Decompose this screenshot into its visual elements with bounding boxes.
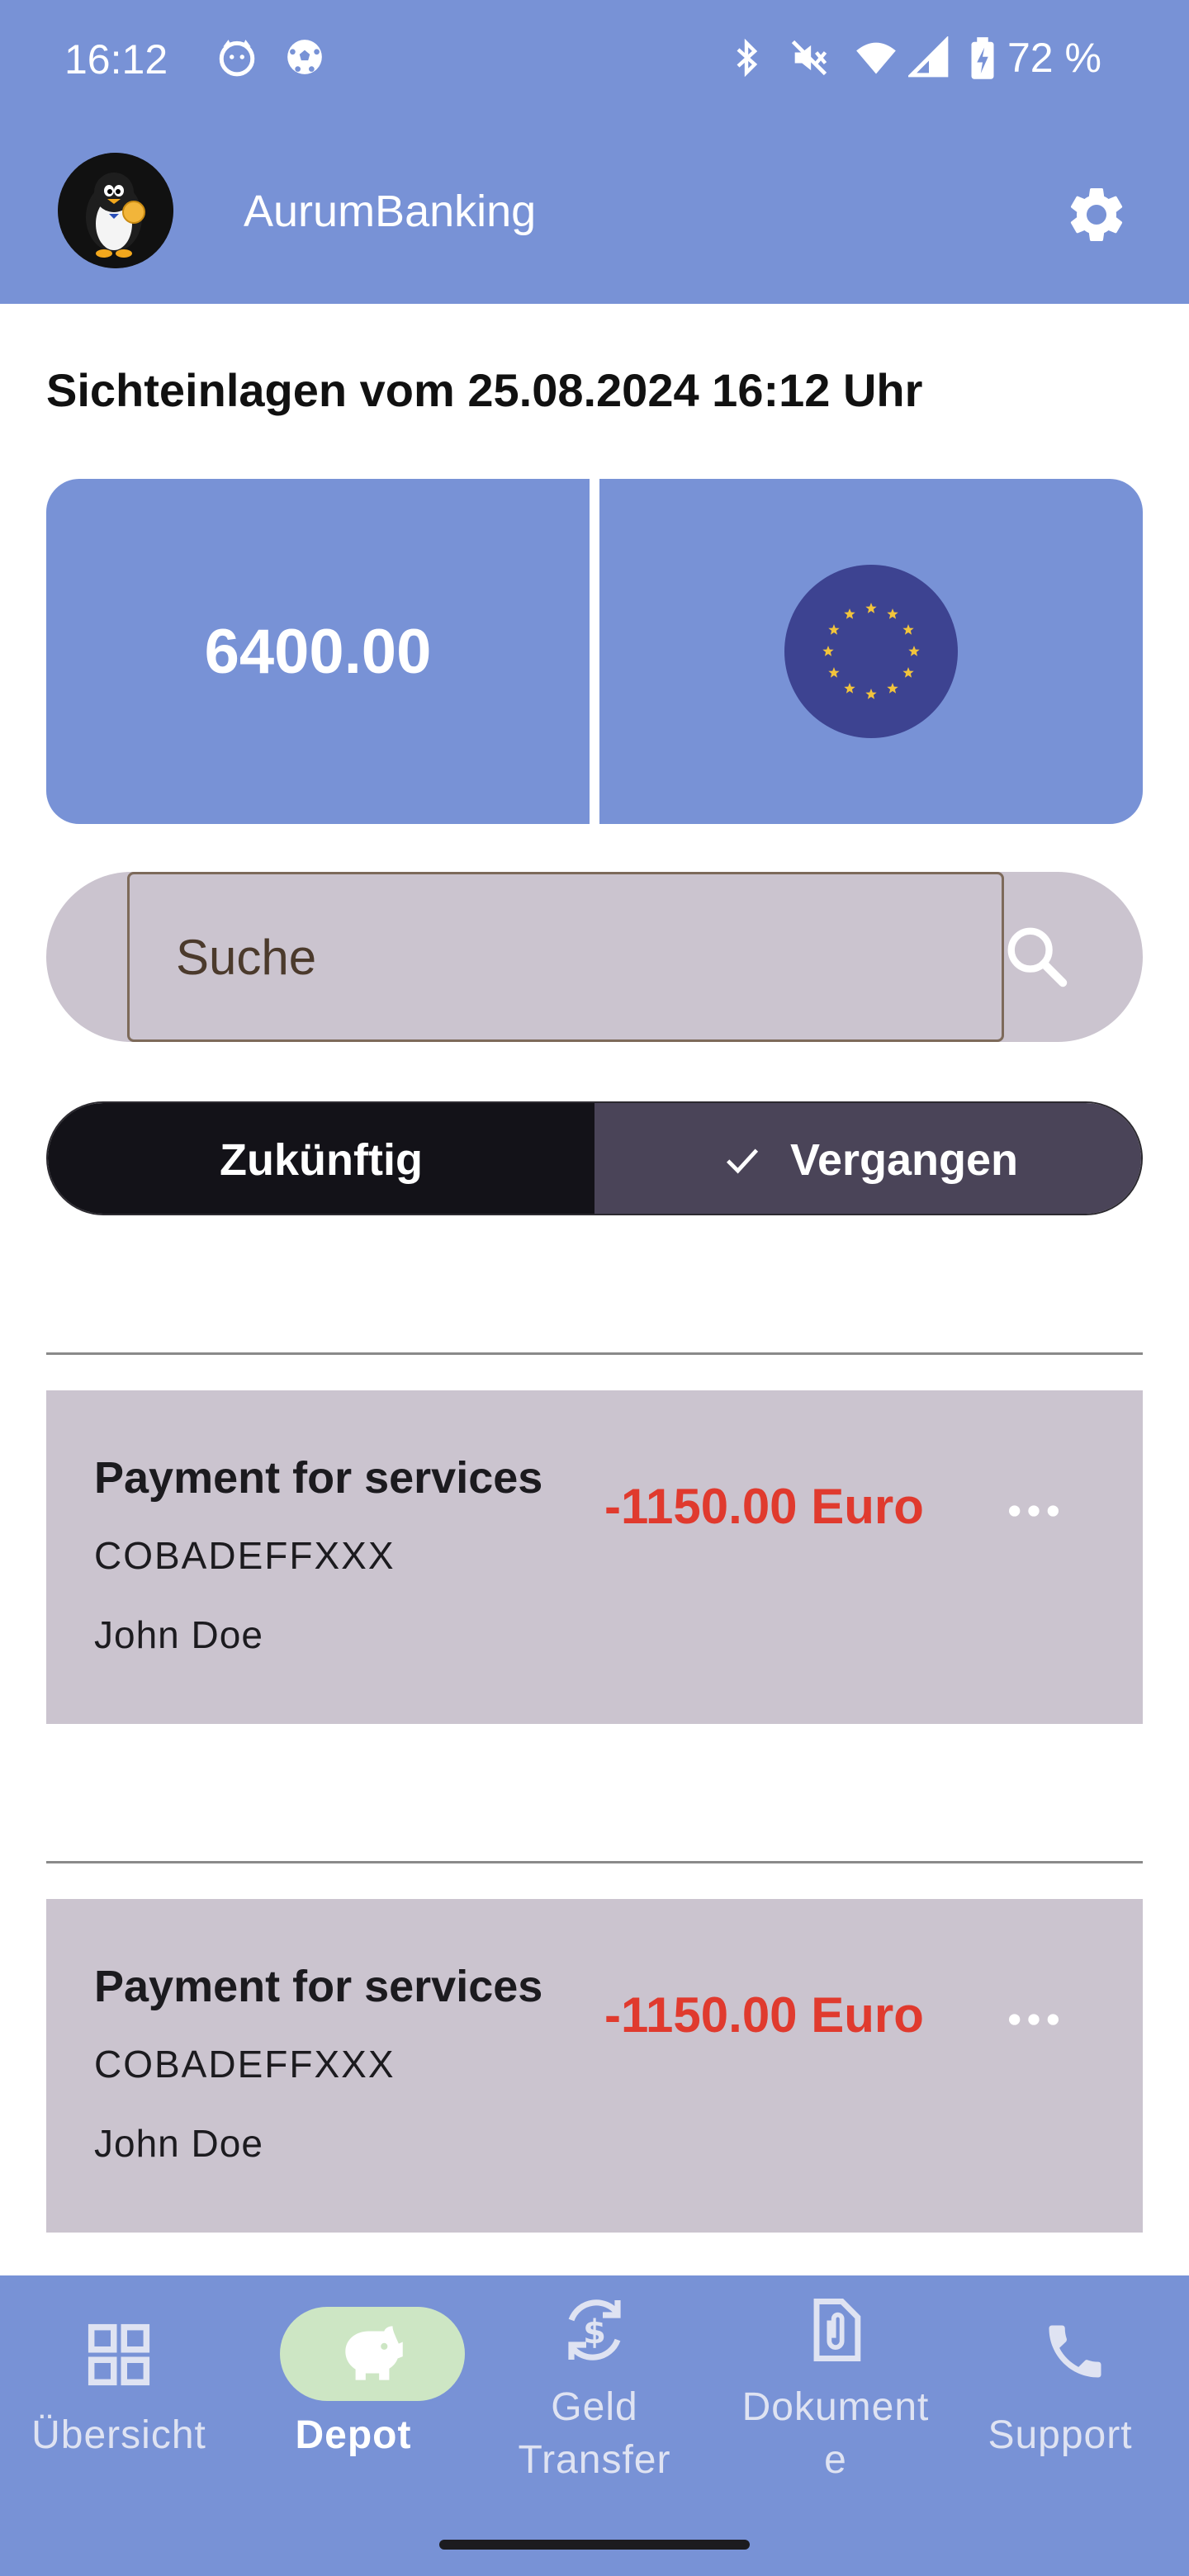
nav-label-line1: Geld [551,2385,638,2429]
transaction-amount: -1150.00 Euro [604,1479,924,1534]
nav-item-support[interactable]: Support [961,2275,1189,2548]
eu-star [887,608,898,619]
balance-value: 6400.00 [204,616,432,687]
search-icon[interactable] [996,916,1078,998]
toggle-past-label: Vergangen [789,1135,1019,1185]
divider [46,1352,1143,1355]
eu-star [908,646,920,656]
nav-label-line2: e [824,2438,847,2482]
transaction-bic: COBADEFFXXX [94,1534,396,1577]
attachment-document-icon [813,2299,861,2361]
transaction-title: Payment for services [94,1453,543,1503]
transaction-name: John Doe [94,1613,263,1656]
app-title: AurumBanking [244,187,537,236]
nav-label: Support [988,2413,1133,2457]
balance-card: 6400.00 [46,479,1143,824]
status-time: 16:12 [64,36,168,83]
eu-star [902,667,914,678]
status-bar: 16:12 72 % [0,0,1189,120]
divider [46,1861,1143,1863]
eu-star [844,683,855,694]
svg-text:$: $ [583,2313,606,2351]
transaction-name: John Doe [94,2122,263,2165]
eu-star [865,689,877,699]
eu-star [822,646,834,656]
eu-star [887,683,898,694]
more-horizontal-icon[interactable] [1001,1478,1067,1544]
app-bar: AurumBanking [0,149,1189,272]
home-indicator[interactable] [439,2540,750,2550]
eu-star [844,608,855,619]
eu-flag-icon [784,565,958,738]
eu-star [902,624,914,635]
toggle-past-button[interactable]: Vergangen [594,1103,1141,1214]
eu-star [828,667,840,678]
time-filter-toggle: Zukünftig Vergangen [46,1101,1143,1215]
bottom-navigation: Übersicht Depot $ Geld Transfer Dokument… [0,2275,1189,2576]
cat-face-icon [216,36,258,82]
grid-icon [88,2323,150,2386]
currency-panel [599,479,1143,824]
battery-percentage: 72 % [1007,35,1101,81]
eu-star [865,603,877,613]
piggy-bank-icon [345,2326,403,2380]
nav-item-depot[interactable]: Depot [233,2275,471,2548]
nav-label: Übersicht [31,2413,206,2457]
gear-icon[interactable] [1063,182,1130,248]
search-bar [46,872,1143,1042]
balance-panel: 6400.00 [46,479,590,824]
cell-signal-icon [907,36,950,83]
mute-icon [788,36,831,83]
transaction-title: Payment for services [94,1962,543,2011]
nav-label: Depot [295,2413,412,2457]
search-input[interactable] [127,872,1004,1042]
nav-label-line1: Dokument [741,2385,930,2429]
wifi-icon [852,36,900,83]
phone-icon [1049,2325,1101,2378]
nav-item-geld-transfer[interactable]: $ Geld Transfer [476,2275,713,2548]
eu-star [828,624,840,635]
toggle-future-button[interactable]: Zukünftig [48,1103,594,1214]
bluetooth-icon [727,36,766,83]
check-icon [726,1148,759,1174]
soccer-ball-icon [284,36,325,82]
nav-item-dokumente[interactable]: Dokument e [718,2275,956,2548]
penguin-avatar-icon[interactable] [58,153,173,268]
more-horizontal-icon[interactable] [1001,1986,1067,2053]
page-title: Sichteinlagen vom 25.08.2024 16:12 Uhr [46,364,923,416]
toggle-future-label: Zukünftig [220,1135,423,1185]
transaction-amount: -1150.00 Euro [604,1987,924,2043]
transaction-card[interactable]: Payment for services COBADEFFXXX John Do… [46,1390,1143,1724]
nav-item-uebersicht[interactable]: Übersicht [0,2275,238,2548]
nav-label-line2: Transfer [518,2438,671,2482]
battery-charging-icon [968,36,997,85]
transaction-card[interactable]: Payment for services COBADEFFXXX John Do… [46,1899,1143,2233]
currency-exchange-icon: $ [568,2299,621,2361]
transaction-bic: COBADEFFXXX [94,2043,396,2086]
